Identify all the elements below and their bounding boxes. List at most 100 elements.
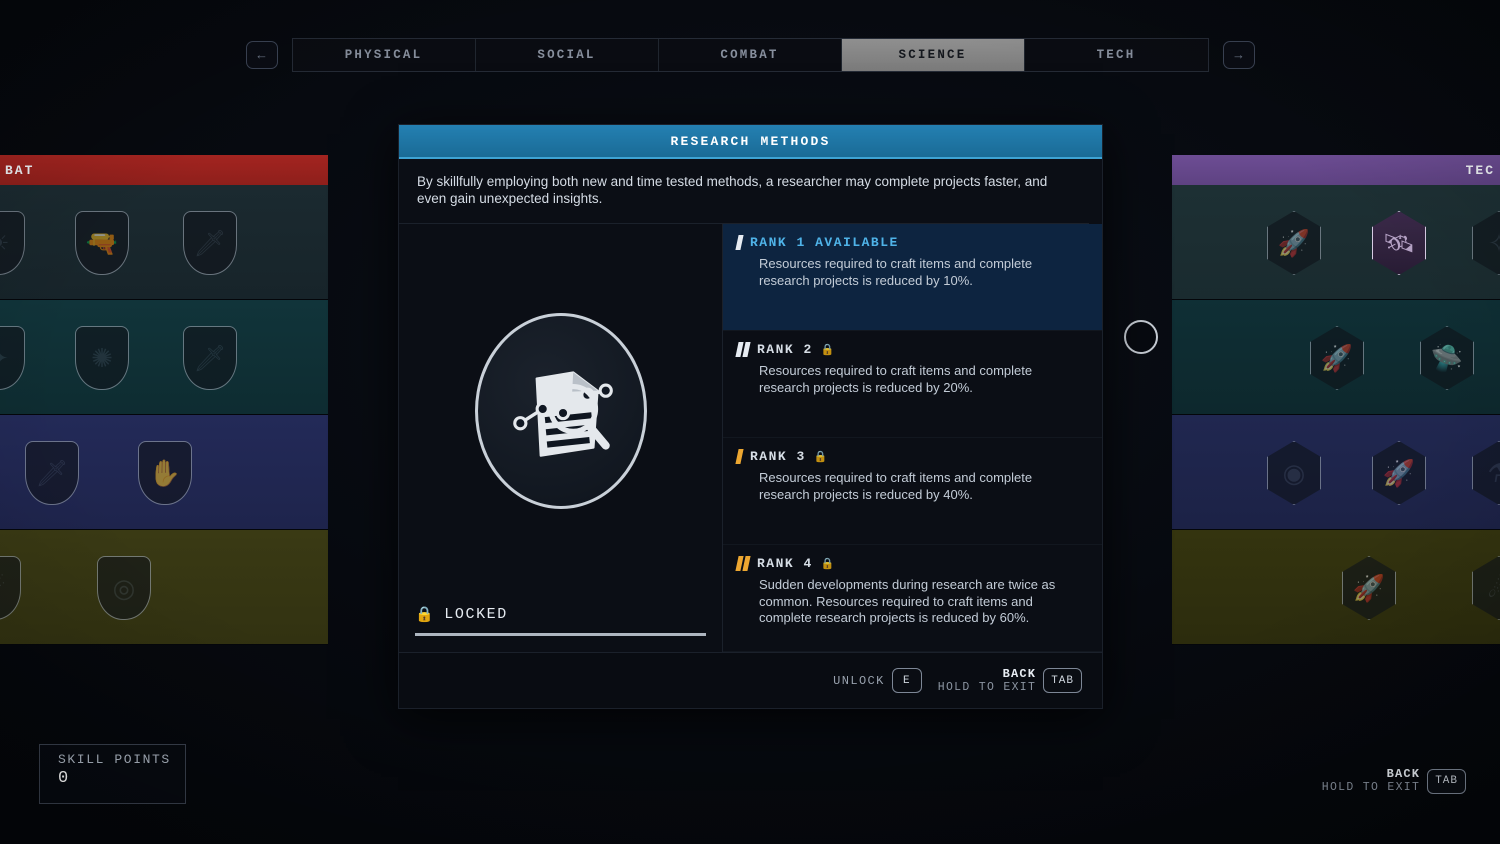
skill-node-glyph-icon: ✺ — [91, 342, 113, 373]
rank-title-row: RANK 4 🔒 — [735, 556, 1086, 571]
skill-node-frame: ☄ — [0, 556, 21, 620]
rank-title-row: RANK 2 🔒 — [735, 342, 1086, 357]
rank-description: Sudden developments during research are … — [759, 577, 1056, 625]
skill-node-target[interactable]: ◎ — [97, 556, 151, 620]
rank-description: Resources required to craft items and co… — [759, 256, 1033, 288]
skill-row: 🚀 🛰 ✧ — [1172, 185, 1500, 300]
rank-entry: RANK 4 🔒 Sudden developments during resear… — [723, 545, 1102, 652]
skill-row: ✦ ✺ 🗡 — [0, 300, 328, 415]
tab-tech[interactable]: TECH — [1025, 39, 1208, 71]
prev-category-button[interactable]: ← — [245, 41, 278, 69]
skill-node-sun[interactable]: ☀ — [0, 211, 25, 275]
skill-card-body: 🔒 LOCKED RANK 1 AVAILABLE Resources requi… — [399, 224, 1102, 652]
skill-lock-status: 🔒 LOCKED — [415, 605, 706, 633]
rank-lock-icon: 🔒 — [813, 451, 830, 464]
skill-node-longgun[interactable]: 🗡 — [183, 326, 237, 390]
skill-node-glyph-icon: ☀ — [0, 212, 24, 274]
skill-points-value: 0 — [58, 769, 70, 788]
skill-node-frame: ✧ — [1472, 211, 1500, 275]
tab-social[interactable]: SOCIAL — [476, 39, 659, 71]
screen-back-prompt[interactable]: BACK HOLD TO EXIT TAB — [1322, 768, 1466, 794]
rank-pips-icon — [735, 449, 744, 464]
screen-back-label: BACK — [1386, 767, 1421, 781]
skill-rank-list: RANK 1 AVAILABLE Resources required to cr… — [723, 224, 1102, 652]
skill-node-engines[interactable]: 🚀 — [1372, 441, 1426, 505]
rank-entry: RANK 3 🔒 Resources required to craft items… — [723, 438, 1102, 545]
tab-physical[interactable]: PHYSICAL — [293, 39, 476, 71]
skill-node-frame: ◉ — [1267, 441, 1321, 505]
rank-description: Resources required to craft items and co… — [759, 470, 1033, 502]
skill-description: By skillfully employing both new and tim… — [399, 159, 1089, 224]
skill-node-glyph-icon: 🛸 — [1430, 342, 1464, 373]
rank-pips-icon — [735, 342, 751, 357]
back-key[interactable]: TAB — [1043, 668, 1082, 693]
rank-lock-icon: 🔒 — [820, 558, 837, 571]
skill-node-glyph-icon: 🚀 — [1382, 457, 1416, 488]
skill-node-thrusters[interactable]: 🚀 — [1310, 326, 1364, 390]
skill-node-spark[interactable]: ✦ — [0, 326, 25, 390]
skill-detail-card: RESEARCH METHODS By skillfully employing… — [398, 124, 1103, 709]
skill-node-glyph-icon: 🚀 — [1352, 572, 1386, 603]
skill-row: ◉ 🚀 ⚗ — [1172, 415, 1500, 530]
skill-row: 🗡 ✋ — [0, 415, 328, 530]
screen-back-key[interactable]: TAB — [1427, 768, 1466, 794]
back-label: BACK — [1002, 666, 1037, 681]
skill-node-burst[interactable]: ✺ — [75, 326, 129, 390]
skill-node-frame: ☄ — [1472, 556, 1500, 620]
skill-node-glyph-icon: 🗡 — [193, 227, 227, 258]
rank-lock-icon: 🔒 — [820, 344, 837, 357]
rank-label: RANK 2 — [757, 342, 813, 357]
skill-node-astro[interactable]: ☄ — [1472, 556, 1500, 620]
skill-node-glyph-icon: ⚗ — [1473, 442, 1500, 504]
skill-node-boostpack[interactable]: 🛰 — [1372, 211, 1426, 275]
unlock-key[interactable]: E — [891, 668, 922, 693]
skill-node-suit[interactable]: ☄ — [0, 556, 21, 620]
skill-node-robotics[interactable]: ⚗ — [1472, 441, 1500, 505]
rank-entry: RANK 2 🔒 Resources required to craft items… — [723, 331, 1102, 438]
tab-combat[interactable]: COMBAT — [659, 39, 842, 71]
rank-description: Resources required to craft items and co… — [759, 363, 1033, 395]
skill-node-frame: ☀ — [0, 211, 25, 275]
skill-node-frame: ✦ — [0, 326, 25, 390]
skill-row: 🚀🛸⚙ — [1172, 300, 1500, 415]
lock-status-label: LOCKED — [444, 606, 508, 623]
skill-node-frame: ⚗ — [1472, 441, 1500, 505]
rank-pip — [742, 342, 751, 357]
skill-node-pistol[interactable]: 🔫 — [75, 211, 129, 275]
skill-node-stealth[interactable]: ✧ — [1472, 211, 1500, 275]
skills-screen: ← PHYSICAL SOCIAL COMBAT SCIENCE TECH → BAT … — [0, 0, 1500, 844]
category-tab-bar: ← PHYSICAL SOCIAL COMBAT SCIENCE TECH → — [0, 38, 1500, 72]
skill-node-shield[interactable]: 🛸 — [1420, 326, 1474, 390]
skill-points-label: SKILL POINTS — [58, 752, 171, 767]
skill-node-glyph-icon: ✋ — [148, 457, 182, 488]
skill-node-frame: ◎ — [97, 556, 151, 620]
skill-icon-column: 🔒 LOCKED — [399, 224, 723, 652]
back-prompt[interactable]: BACK HOLD TO EXIT TAB — [937, 666, 1082, 694]
skill-node-hand[interactable]: ✋ — [138, 441, 192, 505]
combat-skill-tree-panel[interactable]: BAT ☀🔫🗡✦✺🗡🗡✋☄◎ — [0, 155, 328, 645]
skill-node-piloting[interactable]: 🚀 — [1342, 556, 1396, 620]
tech-skill-tree-panel[interactable]: TEC 🚀🛰✧🚀🛸⚙◉🚀⚗🚀☄ — [1172, 155, 1500, 645]
skill-node-frame: 🗡 — [183, 211, 237, 275]
unlock-label: UNLOCK — [833, 673, 885, 688]
skill-node-scanner[interactable]: ◉ — [1267, 441, 1321, 505]
hold-to-exit-label: HOLD TO EXIT — [937, 680, 1037, 694]
skill-node-rocket[interactable]: 🚀 — [1267, 211, 1321, 275]
skill-node-frame: 🗡 — [183, 326, 237, 390]
skill-node-blade[interactable]: 🗡 — [25, 441, 79, 505]
combat-skill-rows: ☀🔫🗡✦✺🗡🗡✋☄◎ — [0, 185, 328, 645]
next-category-button[interactable]: → — [1222, 41, 1255, 69]
skill-node-glyph-icon: ◎ — [112, 572, 136, 603]
skill-link-node — [1124, 320, 1158, 354]
unlock-prompt[interactable]: UNLOCK E — [833, 668, 922, 693]
skill-node-rifle[interactable]: 🗡 — [183, 211, 237, 275]
rank-label: RANK 1 AVAILABLE — [750, 235, 899, 250]
tab-science[interactable]: SCIENCE — [841, 39, 1025, 71]
skill-node-glyph-icon: 🚀 — [1277, 227, 1311, 258]
skill-node-frame: 🛸 — [1420, 326, 1474, 390]
screen-hold-to-exit-label: HOLD TO EXIT — [1321, 781, 1421, 794]
skill-node-glyph-icon: ☄ — [0, 557, 20, 619]
category-tabs: PHYSICAL SOCIAL COMBAT SCIENCE TECH — [291, 38, 1209, 72]
skill-node-frame: 🔫 — [75, 211, 129, 275]
rank-label: RANK 4 — [757, 556, 813, 571]
